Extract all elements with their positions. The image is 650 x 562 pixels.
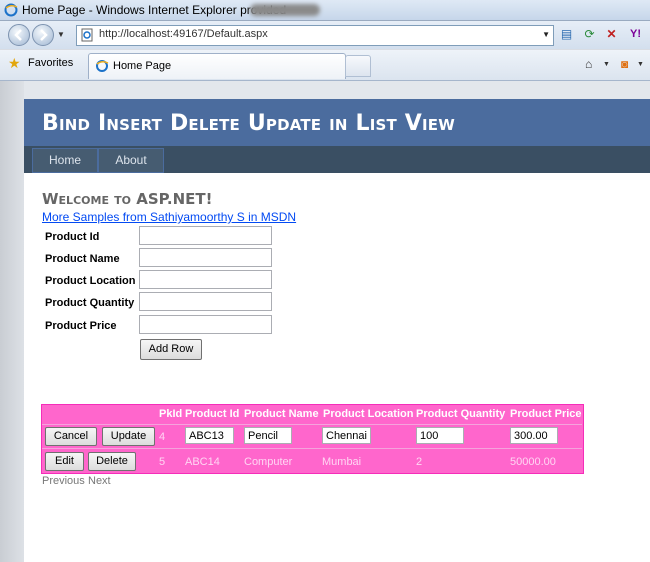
history-dropdown-icon[interactable]: ▼	[57, 30, 65, 39]
row-pkid: 5	[159, 456, 166, 468]
header-product-location: Product Location	[323, 408, 414, 420]
favorites-bar: ★ Favorites Home Page ⌂ ▼ ◙ ▼	[0, 50, 650, 81]
window-title: Home Page - Windows Internet Explorer pr…	[22, 3, 287, 17]
navigation-toolbar: ▼ http://localhost:49167/Default.aspx ▼ …	[0, 21, 650, 49]
product-price-label: Product Price	[45, 320, 117, 332]
address-dropdown-icon[interactable]: ▼	[542, 30, 550, 39]
header-product-price: Product Price	[510, 408, 582, 420]
product-id-input[interactable]	[139, 226, 272, 245]
site-title: Bind Insert Delete Update in List View	[42, 111, 455, 136]
window-title-bar: Home Page - Windows Internet Explorer pr…	[0, 0, 650, 21]
menu-item-about[interactable]: About	[98, 148, 164, 173]
row-product-id: ABC14	[185, 456, 220, 468]
site-header: Bind Insert Delete Update in List View	[24, 99, 650, 146]
row-divider	[42, 424, 582, 425]
yahoo-search-icon[interactable]: Y!	[626, 25, 645, 44]
feeds-dropdown-icon[interactable]: ▼	[637, 61, 644, 68]
menu-item-home[interactable]: Home	[32, 148, 98, 173]
address-url[interactable]: http://localhost:49167/Default.aspx	[99, 28, 268, 40]
row-pkid: 4	[159, 431, 166, 443]
address-bar[interactable]: http://localhost:49167/Default.aspx ▼	[76, 25, 554, 46]
home-icon[interactable]: ⌂	[585, 57, 592, 71]
compatibility-view-icon[interactable]: ▤	[557, 25, 576, 44]
row-divider	[42, 448, 582, 449]
product-name-label: Product Name	[45, 253, 120, 265]
delete-button[interactable]: Delete	[88, 452, 136, 471]
tab-label: Home Page	[113, 60, 172, 72]
header-product-name: Product Name	[244, 408, 319, 420]
ie-page-icon	[96, 60, 109, 72]
product-id-label: Product Id	[45, 231, 100, 243]
favorites-label: Favorites	[28, 57, 74, 69]
page-icon	[81, 28, 93, 42]
pager-next[interactable]: Next	[88, 475, 111, 487]
product-quantity-input[interactable]	[139, 292, 272, 311]
edit-product-price-input[interactable]: 300.00	[510, 427, 558, 444]
edit-product-name-input[interactable]: Pencil	[244, 427, 292, 444]
row-product-location: Mumbai	[322, 456, 362, 468]
product-name-input[interactable]	[139, 248, 272, 267]
row-product-name: Computer	[244, 456, 293, 468]
product-location-label: Product Location	[45, 275, 136, 287]
edit-product-location-input[interactable]: Chennai	[322, 427, 371, 444]
forward-button[interactable]	[32, 24, 54, 46]
product-quantity-label: Product Quantity	[45, 297, 135, 309]
cancel-button[interactable]: Cancel	[45, 427, 97, 446]
page-margin	[0, 81, 24, 562]
pager-previous[interactable]: Previous	[42, 475, 85, 487]
favorites-button[interactable]: ★ Favorites	[6, 55, 78, 73]
main-menu: Home About	[24, 146, 650, 173]
redacted-blur	[250, 4, 320, 16]
tab-home-page[interactable]: Home Page	[88, 53, 346, 79]
update-button[interactable]: Update	[102, 427, 155, 446]
header-pkid: PkId	[159, 408, 183, 420]
edit-button[interactable]: Edit	[45, 452, 84, 471]
product-location-input[interactable]	[139, 270, 272, 289]
new-tab-button[interactable]	[345, 55, 371, 77]
row-product-quantity: 2	[416, 456, 423, 468]
back-button[interactable]	[8, 24, 30, 46]
home-dropdown-icon[interactable]: ▼	[603, 61, 610, 68]
page-heading: Welcome to ASP.NET!	[42, 190, 213, 208]
back-arrow-icon	[14, 29, 22, 41]
refresh-icon[interactable]: ⟳	[580, 25, 599, 44]
stop-icon[interactable]: ✕	[602, 25, 621, 44]
forward-arrow-icon	[40, 29, 48, 41]
feeds-icon[interactable]: ◙	[621, 57, 628, 71]
header-product-quantity: Product Quantity	[416, 408, 506, 420]
row-product-price: 50000.00	[510, 456, 556, 468]
edit-product-id-input[interactable]: ABC13	[185, 427, 234, 444]
header-product-id: Product Id	[185, 408, 240, 420]
product-price-input[interactable]	[139, 315, 272, 334]
star-icon: ★	[8, 55, 21, 71]
msdn-samples-link[interactable]: More Samples from Sathiyamoorthy S in MS…	[42, 210, 296, 224]
add-row-button[interactable]: Add Row	[140, 339, 202, 360]
ie-logo-icon	[4, 3, 18, 17]
edit-product-quantity-input[interactable]: 100	[416, 427, 464, 444]
